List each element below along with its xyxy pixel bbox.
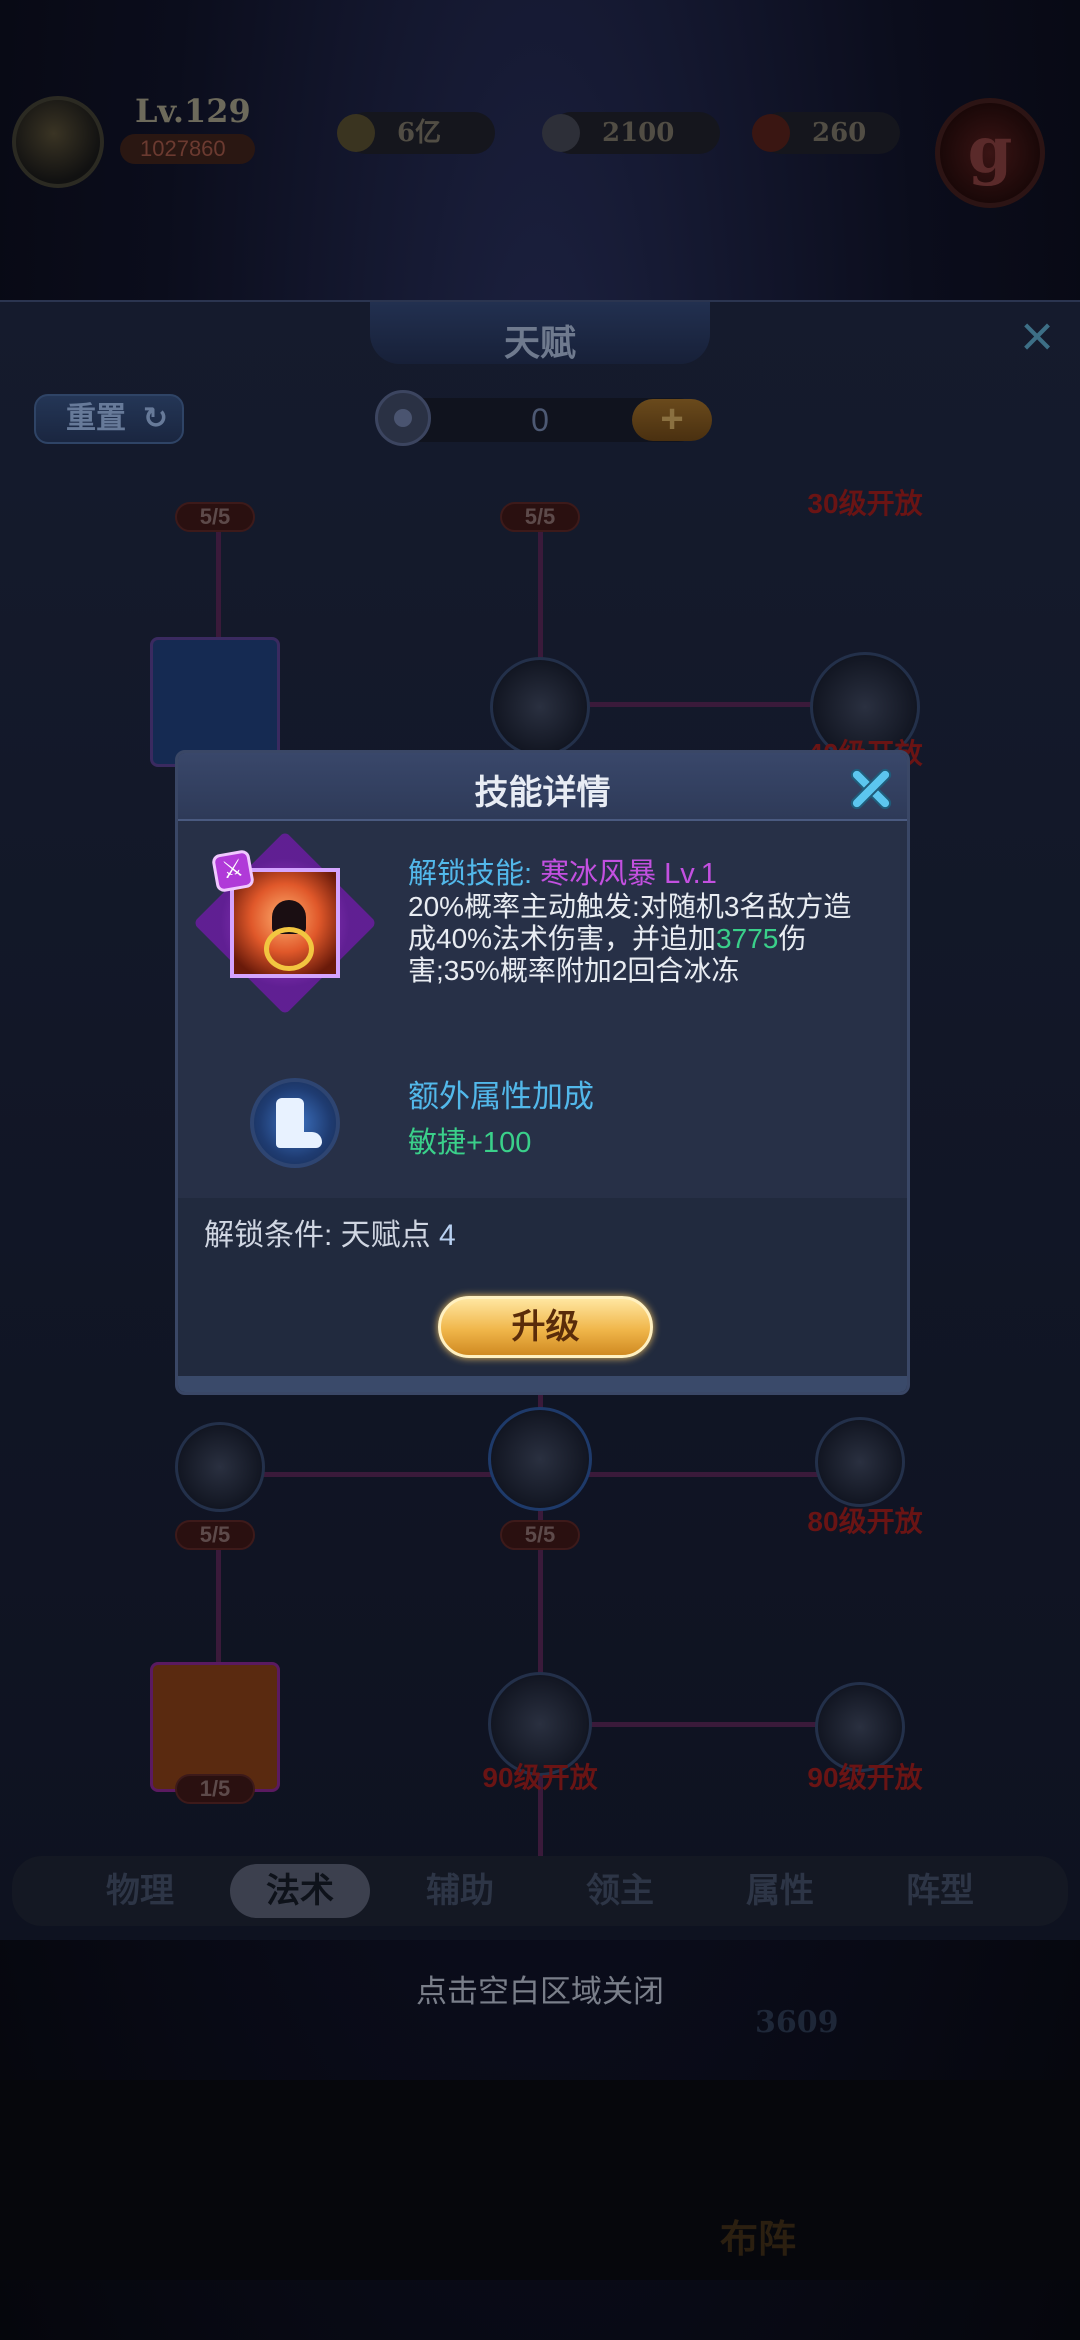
boot-shape [276,1098,304,1136]
ice-storm-skill-icon: ⚔ [193,831,377,1015]
skill-detail-dialog: 技能详情 ⚔ 解锁技能: 寒冰风暴 Lv.1 20%概率主动触发:对随机3名敌方… [175,750,910,1395]
unlock-skill-line: 解锁技能: 寒冰风暴 Lv.1 [408,850,717,892]
boot-icon [250,1078,340,1168]
unlock-condition: 解锁条件: 天赋点 4 [204,1210,456,1254]
skill-desc-number: 3775 [716,923,779,954]
close-icon[interactable] [843,761,899,817]
gold-emblem [264,927,314,971]
unlock-condition-label: 解锁条件: 天赋点 [204,1219,440,1252]
dialog-title: 技能详情 [474,773,611,813]
extra-attribute-value: 敏捷+100 [408,1127,532,1159]
sword-badge-icon: ⚔ [210,848,256,894]
unlock-condition-section: 解锁条件: 天赋点 4 升级 [178,1198,907,1392]
extra-attribute-title: 额外属性加成 [408,1079,594,1114]
dialog-footer [178,1376,907,1392]
skill-description: 20%概率主动触发:对随机3名敌方造成40%法术伤害，并追加3775伤害;35%… [408,891,878,987]
skill-name: 寒冰风暴 Lv.1 [540,858,717,890]
upgrade-button[interactable]: 升级 [438,1296,653,1358]
unlock-condition-value: 4 [439,1219,456,1252]
unlock-skill-prefix: 解锁技能: [408,858,541,890]
dialog-header: 技能详情 [178,753,907,821]
boot-sole [276,1132,322,1148]
